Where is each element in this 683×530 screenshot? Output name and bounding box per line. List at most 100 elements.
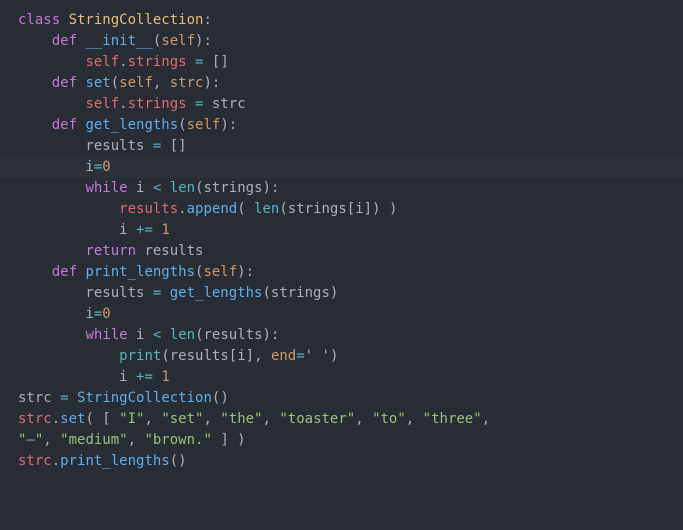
code-line[interactable]: "—", "medium", "brown." ] ) [0,430,683,451]
code-content[interactable]: results = [] [10,136,187,157]
code-line[interactable]: self.strings = strc [0,94,683,115]
code-line[interactable]: class StringCollection: [0,10,683,31]
code-line[interactable]: i += 1 [0,220,683,241]
token-punct: . [178,201,186,217]
token-plain [18,117,52,133]
code-content[interactable]: results = get_lengths(strings) [10,283,338,304]
code-content[interactable]: def print_lengths(self): [10,262,254,283]
code-content[interactable]: self.strings = strc [10,94,246,115]
gutter [0,430,10,451]
gutter [0,262,10,283]
token-plain [18,54,85,70]
code-line[interactable]: return results [0,241,683,262]
code-editor[interactable]: class StringCollection: def __init__(sel… [0,10,683,472]
code-content[interactable]: i=0 [10,304,111,325]
code-content[interactable]: strc.set( [ "I", "set", "the", "toaster"… [10,409,490,430]
token-fn-name: set [85,75,110,91]
code-content[interactable]: return results [10,241,203,262]
token-punct: , [482,411,490,427]
gutter [0,304,10,325]
code-content[interactable]: self.strings = [] [10,52,229,73]
token-punct: ( [178,117,186,133]
code-line[interactable]: results = [] [0,136,683,157]
token-punct: ) [330,348,338,364]
token-num: 1 [161,369,169,385]
token-plain: i [18,222,136,238]
code-line[interactable]: i=0 [0,304,683,325]
gutter [0,178,10,199]
code-content[interactable]: while i < len(results): [10,325,279,346]
token-attr: strings [128,96,187,112]
code-line[interactable]: def print_lengths(self): [0,262,683,283]
token-kw: while [85,327,127,343]
gutter [0,241,10,262]
token-plain [18,75,52,91]
token-plain: results [204,327,263,343]
token-str: "the" [220,411,262,427]
token-punct: ): [263,180,280,196]
token-builtin: print [119,348,161,364]
token-plain [18,33,52,49]
code-line[interactable]: self.strings = [] [0,52,683,73]
code-content[interactable]: def get_lengths(self): [10,115,237,136]
code-line[interactable]: print(results[i], end=' ') [0,346,683,367]
token-punct: ]) ) [364,201,398,217]
code-line[interactable]: i += 1 [0,367,683,388]
token-punct: , [355,411,372,427]
token-builtin: len [254,201,279,217]
token-punct: ( [ [85,411,119,427]
code-content[interactable]: def set(self, strc): [10,73,220,94]
token-plain: results [136,243,203,259]
gutter [0,73,10,94]
token-plain: strings [288,201,347,217]
code-content[interactable]: "—", "medium", "brown." ] ) [10,430,246,451]
code-line[interactable]: strc.set( [ "I", "set", "the", "toaster"… [0,409,683,430]
code-line[interactable]: while i < len(results): [0,325,683,346]
token-punct: , [263,411,280,427]
code-content[interactable]: i=0 [10,157,111,178]
token-plain [161,180,169,196]
code-line[interactable]: def set(self, strc): [0,73,683,94]
code-line[interactable]: def get_lengths(self): [0,115,683,136]
token-param: self [161,33,195,49]
token-plain [18,348,119,364]
token-num: 1 [161,222,169,238]
token-var: strc [18,453,52,469]
code-content[interactable]: results.append( len(strings[i]) ) [10,199,397,220]
token-fn-name: print_lengths [85,264,195,280]
code-content[interactable]: i += 1 [10,220,170,241]
code-line[interactable]: strc.print_lengths() [0,451,683,472]
token-punct: , [128,432,145,448]
token-str: "I" [119,411,144,427]
token-plain [18,201,119,217]
code-line[interactable]: results.append( len(strings[i]) ) [0,199,683,220]
token-plain: strc [18,390,60,406]
token-str: "set" [161,411,203,427]
token-fn-name: __init__ [85,33,152,49]
code-line[interactable]: strc = StringCollection() [0,388,683,409]
token-plain [187,96,195,112]
code-content[interactable]: class StringCollection: [10,10,212,31]
token-num: 0 [102,159,110,175]
code-line[interactable]: while i < len(strings): [0,178,683,199]
code-content[interactable]: print(results[i], end=' ') [10,346,338,367]
token-plain: results [170,348,229,364]
code-content[interactable]: i += 1 [10,367,170,388]
token-kw: class [18,12,69,28]
token-punct: , [43,432,60,448]
code-line[interactable]: results = get_lengths(strings) [0,283,683,304]
code-content[interactable]: def __init__(self): [10,31,212,52]
code-content[interactable]: strc.print_lengths() [10,451,187,472]
token-punct: [ [347,201,355,217]
code-content[interactable]: strc = StringCollection() [10,388,229,409]
token-kw: def [52,117,86,133]
code-content[interactable]: while i < len(strings): [10,178,279,199]
token-punct: ): [220,117,237,133]
token-plain: i [18,369,136,385]
code-line[interactable]: def __init__(self): [0,31,683,52]
token-plain: strings [271,285,330,301]
token-plain: strc [203,96,245,112]
token-punct: , [153,75,170,91]
code-line[interactable]: i=0 [0,157,683,178]
token-punct: ( [195,327,203,343]
